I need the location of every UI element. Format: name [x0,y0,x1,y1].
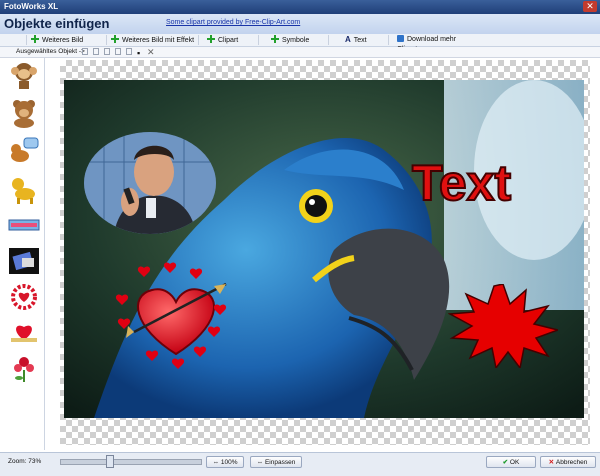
plus-icon [271,35,279,43]
monkey-clipart-icon[interactable] [8,60,40,90]
add-clipart-button[interactable]: Clipart [198,35,258,45]
red-starburst-shape[interactable] [448,284,558,368]
bear-clipart-icon[interactable] [8,98,40,128]
title-bar: FotoWorks XL ✕ [0,0,600,14]
clipart-sidebar [4,58,45,450]
heart-ribbon-clipart-icon[interactable] [8,318,40,348]
add-image-effect-label: Weiteres Bild mit Effekt [122,37,195,44]
download-icon [397,35,404,42]
add-text-button[interactable]: A Text [328,35,388,45]
paste-icon[interactable] [115,48,121,55]
cancel-button[interactable]: ✕ Abbrechen [540,456,596,468]
plus-icon [111,35,119,43]
insert-toolbar: Weiteres Bild Weiteres Bild mit Effekt C… [0,34,600,53]
hearts-wreath-clipart-icon[interactable] [8,282,40,312]
bring-front-icon[interactable] [82,48,88,55]
gift-card-clipart-icon[interactable] [8,246,40,276]
window-title: FotoWorks XL [4,2,59,11]
plus-icon [207,35,215,43]
heart-arrow-clipart[interactable] [114,262,234,370]
add-image-label: Weiteres Bild [42,37,84,44]
zoom-slider-thumb[interactable] [106,455,114,468]
add-text-label: Text [353,37,367,44]
text-A-icon: A [345,35,351,44]
window-close-button[interactable]: ✕ [583,1,597,12]
fit-button[interactable]: ⇔ Einpassen [250,456,302,468]
ok-button[interactable]: ✔ OK [486,456,536,468]
zoom-100-label: 100% [220,459,238,466]
delete-icon[interactable]: ✕ [147,47,155,58]
plus-icon [31,35,39,43]
cancel-label: Abbrechen [555,459,588,466]
rose-hearts-clipart-icon[interactable] [8,354,40,384]
clipart-credit-link[interactable]: Some clipart provided by Free-Clip-Art.c… [166,19,300,26]
man-phone-photo-circle[interactable] [84,132,216,234]
trash-icon[interactable]: ▪ [137,48,143,58]
banner-clipart-icon[interactable] [8,210,40,240]
object-toolbar: Ausgewähltes Objekt -> ▪ ✕ [0,47,600,58]
add-image-button[interactable]: Weiteres Bild [26,35,106,45]
zoom-slider[interactable] [60,459,202,465]
copy-icon[interactable] [104,48,110,55]
add-symbols-label: Symbole [282,37,310,44]
selected-object-label: Ausgewähltes Objekt -> [16,48,85,55]
status-bar: Zoom: 73% ⇔ 100% ⇔ Einpassen ✔ OK ✕ Abbr… [0,452,600,476]
zoom-label: Zoom: 73% [8,458,42,465]
add-clipart-label: Clipart [218,37,239,44]
ok-label: OK [509,459,520,466]
dog-sign-clipart-icon[interactable] [8,136,40,166]
send-back-icon[interactable] [93,48,99,55]
text-object[interactable]: Text [411,157,512,209]
photo-image[interactable]: Text [64,80,584,418]
dialog-header: Objekte einfügen Some clipart provided b… [0,14,600,35]
fit-label: Einpassen [264,459,296,466]
yellow-dog-clipart-icon[interactable] [8,174,40,204]
cancel-x-icon: ✕ [548,459,556,466]
checkmark-icon: ✔ [502,459,510,466]
zoom-100-button[interactable]: ⇔ 100% [206,456,244,468]
fit-arrows-icon: ⇔ [212,459,221,466]
dialog-title: Objekte einfügen [4,16,110,31]
add-symbols-button[interactable]: Symbole [258,35,328,45]
add-image-effect-button[interactable]: Weiteres Bild mit Effekt [106,35,198,45]
lock-icon[interactable] [126,48,132,55]
fit-icon: ⇔ [256,459,265,466]
download-cliparts-button[interactable]: Download mehr Cliparts [388,35,480,53]
